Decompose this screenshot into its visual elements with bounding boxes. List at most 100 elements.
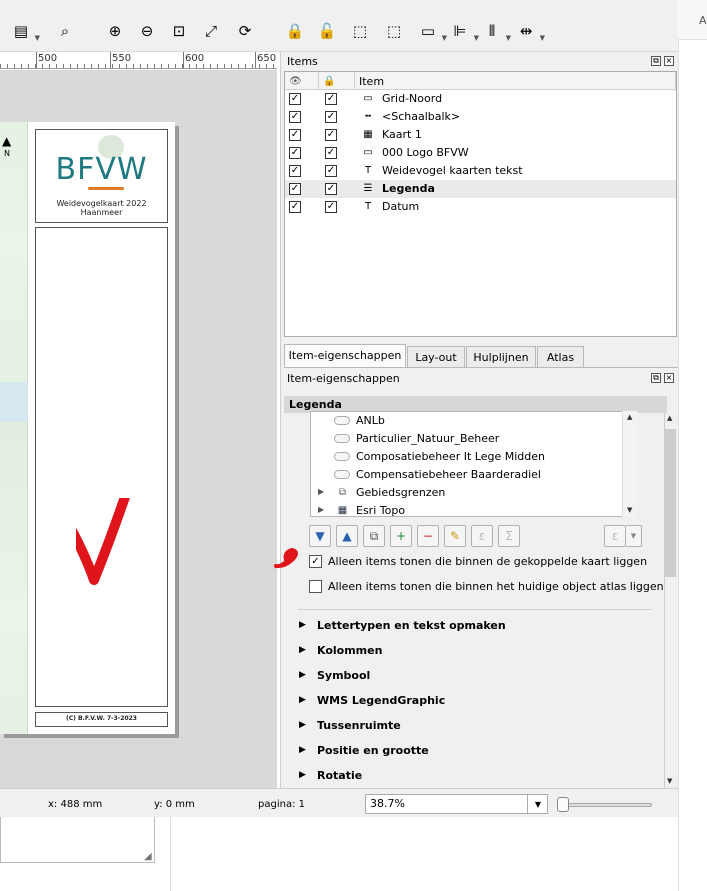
tab-layout[interactable]: Lay-out: [407, 346, 465, 368]
lock-checkbox[interactable]: ✓: [325, 147, 337, 159]
legend-tree-item[interactable]: ▶ ▦ Esri Topo: [311, 502, 631, 516]
visibility-checkbox[interactable]: ✓: [289, 183, 301, 195]
legend-tree-item[interactable]: Composatiebeheer It Lege Midden: [311, 448, 631, 466]
items-table[interactable]: 👁 🔒 Item ✓ ✓ ▭ Grid-Noord ✓ ✓ ╍ <Schaalbalk> ✓ ✓ ▦…: [284, 71, 677, 337]
remove-item-icon[interactable]: −: [417, 525, 439, 547]
legend-tree[interactable]: ANLb Particulier_Natuur_Beheer Composatieb…: [310, 411, 637, 517]
map-item[interactable]: [0, 122, 28, 734]
lock-checkbox[interactable]: ✓: [325, 129, 337, 141]
float-panel-icon[interactable]: ⧉: [651, 373, 661, 383]
visibility-checkbox[interactable]: ✓: [289, 129, 301, 141]
zoom-to-selected-icon[interactable]: ⌕: [52, 18, 78, 44]
scroll-up-icon[interactable]: ▲: [627, 413, 632, 421]
legend-tree-item[interactable]: Particulier_Natuur_Beheer: [311, 430, 631, 448]
close-panel-icon[interactable]: ×: [664, 373, 674, 383]
move-up-icon[interactable]: ▲: [336, 525, 358, 547]
zoom-in-icon[interactable]: ⊕: [102, 18, 128, 44]
tab-guides[interactable]: Hulplijnen: [466, 346, 536, 368]
legend-tree-item[interactable]: ANLb: [311, 412, 631, 430]
resize-grip-icon[interactable]: ◢: [144, 851, 152, 862]
add-group-icon[interactable]: ⧉: [363, 525, 385, 547]
expand-triangle-icon[interactable]: ▶: [299, 770, 306, 780]
zoom-combobox[interactable]: 38.7%: [365, 794, 548, 814]
items-table-row[interactable]: ✓ ✓ ▭ 000 Logo BFVW: [285, 144, 676, 162]
align-items-icon[interactable]: ⊫ ▼: [447, 18, 479, 44]
visibility-column-header[interactable]: 👁: [285, 72, 319, 90]
lock-column-header[interactable]: 🔒: [319, 72, 355, 90]
expand-triangle-icon[interactable]: ▶: [299, 745, 306, 755]
legend-tree-label: Composatiebeheer It Lege Midden: [356, 450, 545, 463]
ruler-minor-tick: [252, 64, 253, 68]
items-table-row[interactable]: ✓ ✓ ╍ <Schaalbalk>: [285, 108, 676, 126]
scroll-up-icon[interactable]: ▲: [667, 414, 672, 422]
date-item[interactable]: (C) B.F.V.W. 7-3-2023: [35, 712, 168, 727]
visibility-checkbox[interactable]: ✓: [289, 165, 301, 177]
close-panel-icon[interactable]: ×: [664, 56, 674, 66]
checkbox[interactable]: [309, 580, 322, 593]
legend-item[interactable]: [35, 227, 168, 707]
add-items-from-template-icon[interactable]: ▤ ▼: [8, 18, 40, 44]
raise-items-icon[interactable]: ▭ ▼: [415, 18, 447, 44]
lock-checkbox[interactable]: ✓: [325, 93, 337, 105]
zoom-slider-handle[interactable]: [557, 797, 569, 812]
items-table-row[interactable]: ✓ ✓ ☰ Legenda: [285, 180, 676, 198]
expression-icon[interactable]: ε: [471, 525, 493, 547]
chevron-down-icon[interactable]: ▼: [527, 794, 548, 814]
expand-triangle-icon[interactable]: ▶: [299, 670, 306, 680]
scroll-down-icon[interactable]: ▼: [667, 777, 672, 785]
select-items-icon[interactable]: ⬚: [347, 18, 373, 44]
visibility-checkbox[interactable]: ✓: [289, 147, 301, 159]
item-column-header[interactable]: Item: [355, 72, 676, 90]
expression-dropdown-icon[interactable]: ε: [604, 525, 626, 547]
zoom-slider[interactable]: [560, 803, 652, 807]
lock-checkbox[interactable]: ✓: [325, 111, 337, 123]
visibility-checkbox[interactable]: ✓: [289, 93, 301, 105]
items-table-row[interactable]: ✓ ✓ ▦ Kaart 1: [285, 126, 676, 144]
visibility-checkbox[interactable]: ✓: [289, 201, 301, 213]
expand-caret-icon[interactable]: ▶: [318, 505, 324, 514]
resize-items-icon[interactable]: ⇹ ▼: [513, 18, 545, 44]
add-item-icon[interactable]: +: [390, 525, 412, 547]
refresh-icon[interactable]: ⟳: [232, 18, 258, 44]
scroll-down-icon[interactable]: ▼: [627, 506, 632, 514]
legend-tree-item[interactable]: ▶ ⧉ Gebiedsgrenzen: [311, 484, 631, 502]
expand-triangle-icon[interactable]: ▶: [299, 720, 306, 730]
lock-checkbox[interactable]: ✓: [325, 183, 337, 195]
chevron-down-icon[interactable]: ▼: [626, 525, 642, 547]
float-panel-icon[interactable]: ⧉: [651, 56, 661, 66]
sum-icon[interactable]: Σ: [498, 525, 520, 547]
zoom-full-icon[interactable]: ⤢: [198, 18, 224, 44]
legend-tree-scrollbar[interactable]: ▲ ▼: [622, 411, 637, 517]
legend-icon: ☰: [363, 183, 373, 194]
legend-tree-item[interactable]: Compensatiebeheer Baarderadiel: [311, 466, 631, 484]
text-area[interactable]: [0, 817, 155, 863]
expand-caret-icon[interactable]: ▶: [318, 487, 324, 496]
chevron-down-icon[interactable]: ▼: [35, 34, 40, 42]
lock-items-icon[interactable]: 🔒: [282, 18, 308, 44]
lock-checkbox[interactable]: ✓: [325, 201, 337, 213]
chevron-down-icon[interactable]: ▼: [506, 34, 511, 42]
unlock-items-icon[interactable]: 🔓: [314, 18, 340, 44]
properties-scrollbar-thumb[interactable]: [665, 429, 676, 577]
lock-checkbox[interactable]: ✓: [325, 165, 337, 177]
edit-icon[interactable]: ✎: [444, 525, 466, 547]
tab-atlas[interactable]: Atlas: [537, 346, 584, 368]
expand-triangle-icon[interactable]: ▶: [299, 695, 306, 705]
items-table-row[interactable]: ✓ ✓ T Datum: [285, 198, 676, 216]
items-table-row[interactable]: ✓ ✓ ▭ Grid-Noord: [285, 90, 676, 108]
items-table-row[interactable]: ✓ ✓ T Weidevogel kaarten tekst: [285, 162, 676, 180]
distribute-items-icon[interactable]: ⫴ ▼: [479, 18, 511, 44]
expand-triangle-icon[interactable]: ▶: [299, 645, 306, 655]
layout-canvas[interactable]: ▲ N BFVW Weidevogelkaart 2022 Haanmeer (…: [0, 70, 277, 788]
visibility-checkbox[interactable]: ✓: [289, 111, 301, 123]
north-arrow-icon: ▲: [2, 134, 12, 148]
deselect-items-icon[interactable]: ⬚: [381, 18, 407, 44]
zoom-100-icon[interactable]: ⊡: [166, 18, 192, 44]
logo-item[interactable]: BFVW Weidevogelkaart 2022 Haanmeer: [35, 129, 168, 223]
expand-triangle-icon[interactable]: ▶: [299, 620, 306, 630]
zoom-out-icon[interactable]: ⊖: [134, 18, 160, 44]
move-down-icon[interactable]: ▼: [309, 525, 331, 547]
tab-item-properties[interactable]: Item-eigenschappen: [284, 344, 406, 367]
checkbox[interactable]: ✓: [309, 555, 322, 568]
chevron-down-icon[interactable]: ▼: [540, 34, 545, 42]
